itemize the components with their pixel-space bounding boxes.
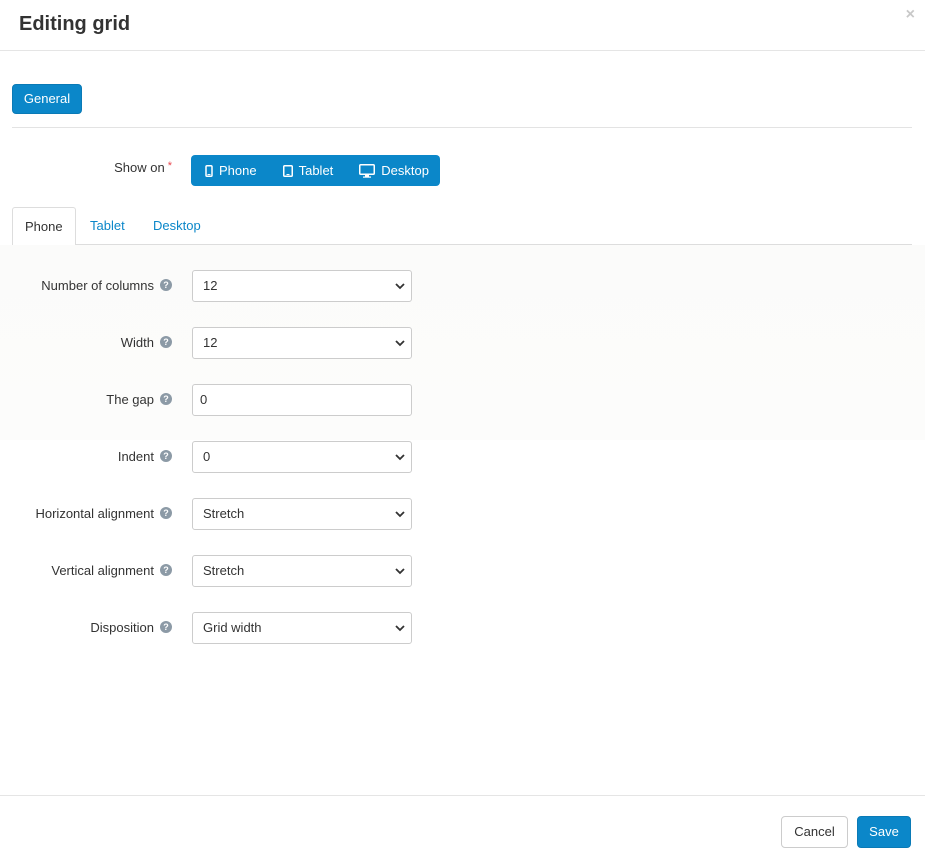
- width-label: Width ?: [0, 332, 172, 352]
- tab-desktop[interactable]: Desktop: [141, 207, 213, 245]
- v-align-label-text: Vertical alignment: [51, 562, 154, 578]
- show-on-desktop-label: Desktop: [381, 163, 429, 178]
- num-columns-label-text: Number of columns: [41, 277, 154, 293]
- disposition-label-text: Disposition: [90, 619, 154, 635]
- disposition-select[interactable]: Grid width: [192, 612, 412, 644]
- help-icon[interactable]: ?: [160, 336, 172, 348]
- help-icon[interactable]: ?: [160, 621, 172, 633]
- num-columns-value: 12: [203, 278, 218, 293]
- chevron-down-icon: [395, 568, 405, 575]
- num-columns-label: Number of columns ?: [0, 275, 172, 295]
- phone-icon: [205, 164, 213, 177]
- show-on-label-text: Show on: [114, 160, 165, 175]
- modal-header: Editing grid ×: [0, 0, 925, 51]
- disposition-value: Grid width: [203, 620, 262, 635]
- gap-value: 0: [200, 392, 208, 407]
- chevron-down-icon: [395, 283, 405, 290]
- footer-divider: [0, 795, 925, 796]
- width-value: 12: [203, 335, 218, 350]
- show-on-desktop-button[interactable]: Desktop: [359, 155, 429, 186]
- cancel-button[interactable]: Cancel: [781, 816, 848, 848]
- help-icon[interactable]: ?: [160, 507, 172, 519]
- gap-label: The gap ?: [0, 389, 172, 409]
- chevron-down-icon: [395, 340, 405, 347]
- width-select[interactable]: 12: [192, 327, 412, 359]
- show-on-device-group: Phone Tablet Desktop: [191, 155, 440, 186]
- chevron-down-icon: [395, 511, 405, 518]
- general-section-button[interactable]: General: [12, 84, 82, 114]
- chevron-down-icon: [395, 454, 405, 461]
- tab-tablet[interactable]: Tablet: [78, 207, 137, 245]
- h-align-value: Stretch: [203, 506, 245, 521]
- num-columns-select[interactable]: 12: [192, 270, 412, 302]
- h-align-select[interactable]: Stretch: [192, 498, 412, 530]
- indent-label: Indent ?: [0, 446, 172, 466]
- indent-value: 0: [203, 449, 211, 464]
- device-tabs: Phone Tablet Desktop: [12, 207, 912, 246]
- v-align-label: Vertical alignment ?: [0, 560, 172, 580]
- h-align-label-text: Horizontal alignment: [35, 505, 154, 521]
- save-button[interactable]: Save: [857, 816, 911, 848]
- divider: [12, 127, 912, 128]
- show-on-tablet-button[interactable]: Tablet: [282, 155, 334, 186]
- show-on-label: Show on *: [60, 160, 172, 175]
- help-icon[interactable]: ?: [160, 393, 172, 405]
- tab-phone[interactable]: Phone: [12, 207, 76, 246]
- help-icon[interactable]: ?: [160, 450, 172, 462]
- width-label-text: Width: [120, 334, 154, 350]
- v-align-value: Stretch: [203, 563, 245, 578]
- desktop-icon: [359, 163, 376, 178]
- disposition-label: Disposition ?: [0, 617, 172, 637]
- required-mark: *: [167, 160, 172, 172]
- tablet-icon: [282, 164, 293, 177]
- show-on-phone-button[interactable]: Phone: [205, 155, 257, 186]
- show-on-tablet-label: Tablet: [298, 163, 334, 178]
- h-align-label: Horizontal alignment ?: [0, 503, 172, 523]
- v-align-select[interactable]: Stretch: [192, 555, 412, 587]
- close-icon[interactable]: ×: [906, 6, 915, 24]
- chevron-down-icon: [395, 625, 405, 632]
- gap-input[interactable]: 0: [192, 384, 412, 416]
- help-icon[interactable]: ?: [160, 279, 172, 291]
- help-icon[interactable]: ?: [160, 564, 172, 576]
- indent-label-text: Indent: [117, 448, 154, 464]
- indent-select[interactable]: 0: [192, 441, 412, 473]
- dialog-title: Editing grid: [19, 13, 131, 35]
- gap-label-text: The gap: [106, 391, 154, 407]
- show-on-phone-label: Phone: [219, 163, 257, 178]
